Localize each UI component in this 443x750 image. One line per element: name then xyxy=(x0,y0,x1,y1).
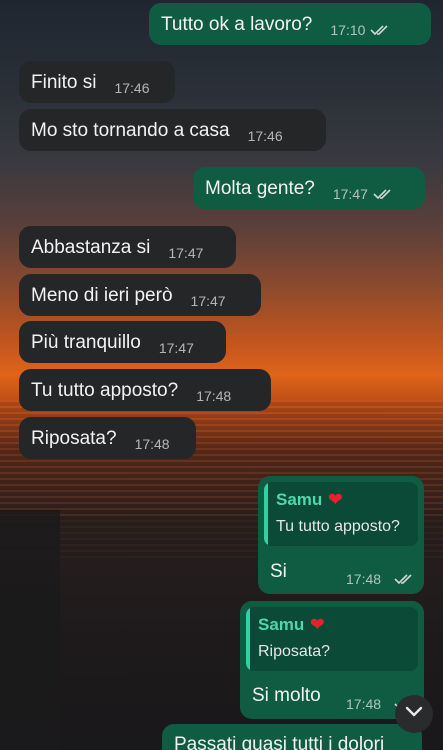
message-bubble-incoming[interactable]: Finito si 17:46 xyxy=(19,61,175,103)
quote-bar xyxy=(264,482,268,546)
message-time: 17:48 xyxy=(346,571,382,587)
message-text: Riposata? xyxy=(31,427,117,449)
message-text: Si molto xyxy=(252,685,321,706)
message-bubble-incoming[interactable]: Mo sto tornando a casa 17:46 xyxy=(19,109,326,151)
message-time: 17:48 xyxy=(346,696,382,712)
quoted-text: Tu tutto apposto? xyxy=(276,518,400,535)
quote-author: Samu ❤ xyxy=(258,615,325,634)
message-time: 17:48 xyxy=(134,436,170,452)
heart-icon: ❤ xyxy=(328,490,343,509)
message-text: Più tranquillo xyxy=(31,331,141,353)
message-bubble-incoming[interactable]: Riposata? 17:48 xyxy=(19,417,196,459)
message-text: Tu tutto apposto? xyxy=(31,379,179,401)
message-bubble-incoming[interactable]: Meno di ieri però 17:47 xyxy=(19,274,261,316)
quoted-text: Riposata? xyxy=(258,643,331,660)
message-time: 17:47 xyxy=(190,293,226,309)
message-time: 17:47 xyxy=(168,245,204,261)
message-time: 17:46 xyxy=(114,80,150,96)
quote-author: Samu ❤ xyxy=(276,490,343,509)
double-check-icon xyxy=(373,188,393,200)
quote-bar xyxy=(246,607,250,671)
message-text: Finito si xyxy=(31,71,97,93)
message-bubble-outgoing[interactable]: Passati quasi tutti i dolori xyxy=(162,724,422,750)
wallpaper-rocks-left xyxy=(0,510,60,750)
message-bubble-incoming[interactable]: Più tranquillo 17:47 xyxy=(19,321,226,363)
message-time: 17:48 xyxy=(196,388,232,404)
heart-icon: ❤ xyxy=(310,615,325,634)
message-text: Meno di ieri però xyxy=(31,284,173,306)
message-text: Tutto ok a lavoro? xyxy=(161,13,313,35)
message-text: Passati quasi tutti i dolori xyxy=(174,734,385,750)
message-text: Abbastanza si xyxy=(31,236,151,258)
message-time: 17:46 xyxy=(247,128,283,144)
reply-message-bubble[interactable]: Samu ❤ Riposata? Si molto 17:48 xyxy=(240,601,424,719)
reply-message-bubble[interactable]: Samu ❤ Tu tutto apposto? Si 17:48 xyxy=(258,476,424,594)
message-time: 17:10 xyxy=(330,22,366,38)
message-text: Molta gente? xyxy=(205,177,315,199)
message-time: 17:47 xyxy=(332,186,368,202)
chevron-down-icon xyxy=(405,705,423,723)
double-check-icon xyxy=(394,572,414,585)
scroll-down-button[interactable] xyxy=(395,695,433,733)
message-text: Mo sto tornando a casa xyxy=(31,119,230,141)
message-bubble-incoming[interactable]: Tu tutto apposto? 17:48 xyxy=(19,369,271,411)
quoted-message[interactable]: Samu ❤ Tu tutto apposto? xyxy=(264,482,418,546)
message-text: Si xyxy=(270,561,287,582)
quoted-message[interactable]: Samu ❤ Riposata? xyxy=(246,607,418,671)
message-bubble-outgoing[interactable]: Tutto ok a lavoro? 17:10 xyxy=(149,3,431,45)
message-bubble-incoming[interactable]: Abbastanza si 17:47 xyxy=(19,226,236,268)
double-check-icon xyxy=(370,24,390,36)
message-time: 17:47 xyxy=(158,340,194,356)
message-bubble-outgoing[interactable]: Molta gente? 17:47 xyxy=(193,167,425,209)
